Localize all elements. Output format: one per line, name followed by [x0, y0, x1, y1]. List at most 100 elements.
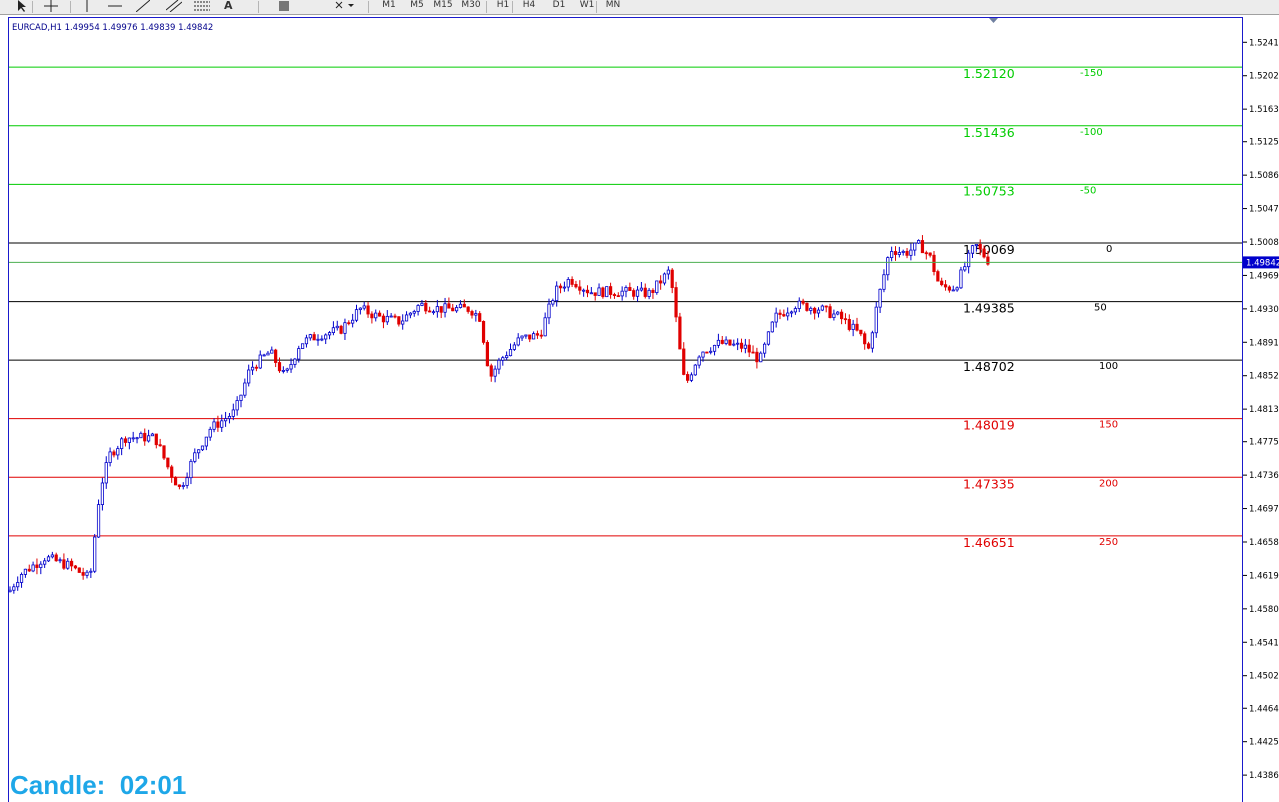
- candle-body: [609, 286, 613, 295]
- candle-body: [401, 320, 405, 325]
- price-axis-label: 1.48520: [1249, 372, 1279, 382]
- candle-body: [19, 574, 24, 583]
- candle-body: [724, 339, 728, 344]
- candle-body: [312, 334, 316, 341]
- candle-body: [593, 292, 597, 296]
- candle-body: [35, 564, 39, 568]
- candle-body: [597, 287, 601, 296]
- price-axis-label: 1.48130: [1249, 405, 1279, 415]
- price-axis-label: 1.47360: [1249, 471, 1279, 481]
- candle-body: [789, 311, 794, 314]
- candle-body: [366, 305, 370, 315]
- price-axis-label: 1.52020: [1249, 72, 1279, 82]
- candle-body: [358, 307, 362, 311]
- candle-body: [454, 307, 459, 312]
- candle-body: [73, 565, 78, 569]
- candle-body: [732, 343, 736, 346]
- candle-body: [466, 306, 470, 312]
- price-axis-label: 1.51630: [1249, 105, 1279, 115]
- candle-body: [501, 357, 505, 361]
- candle-body: [820, 305, 824, 311]
- candle-body: [85, 571, 89, 576]
- candle-body: [81, 572, 85, 576]
- candle-body: [370, 313, 374, 319]
- candle-body: [281, 370, 285, 372]
- candle-body: [659, 280, 663, 284]
- candle-body: [809, 307, 813, 311]
- candle-body: [655, 280, 659, 293]
- level-offset-label: 150: [1099, 420, 1118, 431]
- candle-body: [643, 287, 647, 297]
- candle-body: [547, 303, 551, 319]
- candle-body: [339, 325, 343, 334]
- candle-body: [146, 435, 151, 442]
- candle-body: [297, 348, 301, 360]
- candle-body: [428, 310, 432, 313]
- candle-body: [316, 338, 320, 341]
- candle-body: [535, 333, 540, 336]
- candle-body: [158, 444, 162, 447]
- candle-body: [743, 344, 747, 349]
- current-price-label: 1.49842: [1246, 258, 1279, 268]
- candle-body: [924, 252, 928, 255]
- candle-body: [651, 289, 655, 293]
- candle-body: [262, 354, 266, 357]
- candle-body: [308, 334, 312, 339]
- candle-body: [177, 484, 181, 487]
- candle-body: [516, 337, 520, 346]
- candle-body: [562, 286, 567, 289]
- candle-body: [181, 485, 185, 487]
- candle-body: [955, 287, 959, 291]
- candle-body: [23, 568, 28, 575]
- level-offset-label: 0: [1106, 244, 1112, 255]
- candle-body: [431, 311, 436, 314]
- price-axis-label: 1.51250: [1249, 138, 1279, 148]
- candle-body: [893, 251, 898, 255]
- candle-body: [589, 292, 593, 295]
- chart-shift-marker[interactable]: [989, 18, 998, 23]
- candle-body: [901, 250, 905, 253]
- candle-body: [462, 303, 466, 308]
- price-axis-label: 1.45410: [1249, 638, 1279, 648]
- candle-body: [566, 279, 570, 288]
- candle-body: [813, 307, 817, 314]
- candle-body: [782, 314, 786, 317]
- candle-body: [377, 312, 382, 317]
- candle-body: [447, 303, 451, 309]
- candle-body: [197, 449, 201, 454]
- candle-body: [458, 303, 463, 308]
- candle-body: [327, 332, 332, 336]
- candle-body: [489, 365, 493, 377]
- candle-body: [254, 366, 258, 369]
- candle-body: [393, 315, 397, 318]
- price-chart[interactable]: 1.52410 1.52020 1.51630 1.51250 1.50860 1.504…: [0, 0, 1279, 802]
- candle-body: [12, 586, 16, 591]
- candle-body: [89, 570, 93, 573]
- candle-body: [986, 256, 990, 265]
- candle-body: [374, 312, 378, 319]
- candle-body: [212, 421, 216, 430]
- candle-body: [247, 369, 251, 384]
- candle-body: [96, 504, 101, 538]
- candle-body: [978, 244, 982, 250]
- candle-body: [674, 287, 678, 318]
- candle-body: [189, 460, 193, 479]
- candle-body: [913, 242, 917, 251]
- price-axis-label: 1.50470: [1249, 205, 1279, 215]
- candle-body: [967, 252, 971, 268]
- candle-body: [354, 309, 359, 321]
- price-axis-label: 1.49300: [1249, 305, 1279, 315]
- level-offset-label: -150: [1080, 68, 1103, 79]
- candle-body: [701, 351, 705, 358]
- candle-body: [216, 421, 220, 428]
- candle-body: [235, 400, 239, 411]
- level-price-label: 1.52120: [963, 66, 1015, 81]
- candle-body: [612, 294, 617, 297]
- candle-body: [720, 339, 724, 344]
- candle-body: [343, 322, 347, 334]
- candle-body: [50, 554, 54, 558]
- candle-body: [173, 476, 178, 486]
- candle-body: [532, 333, 536, 340]
- candle-body: [62, 559, 66, 569]
- candle-body: [120, 438, 124, 449]
